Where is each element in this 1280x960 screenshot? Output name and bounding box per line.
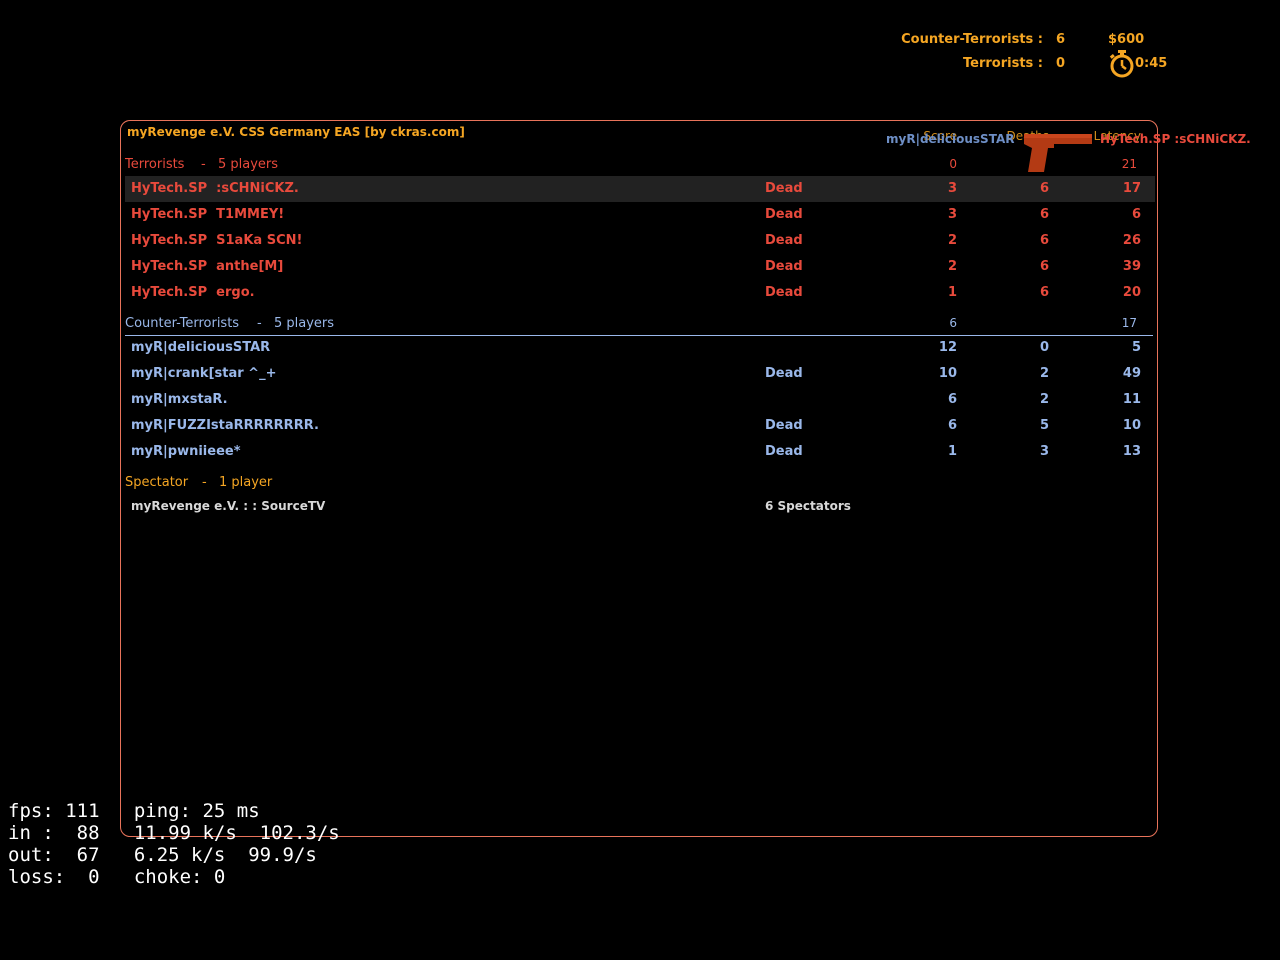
player-latency: 49	[1122, 366, 1141, 381]
team-separator: -	[202, 475, 207, 490]
team-header-terrorists: Terrorists - 5 players 0 21	[125, 157, 1153, 177]
net-graph-line: loss: 0 choke: 0	[8, 866, 226, 888]
player-score: 10	[938, 366, 957, 381]
player-status: Dead	[765, 444, 803, 459]
player-score: 2	[947, 259, 957, 274]
player-latency: 17	[1122, 181, 1141, 196]
player-row[interactable]: HyTech.SP S1aKa SCN! Dead 2 6 26	[125, 228, 1155, 254]
player-latency: 39	[1122, 259, 1141, 274]
ct-alive-count: 6	[1056, 32, 1066, 47]
player-name: HyTech.SP :sCHNiCKZ.	[131, 181, 299, 196]
player-latency: 10	[1122, 418, 1141, 433]
player-latency: 11	[1122, 392, 1141, 407]
player-status: Dead	[765, 181, 803, 196]
team-separator: -	[257, 316, 262, 331]
player-score: 3	[947, 207, 957, 222]
ct-alive-label: Counter-Terrorists :	[901, 32, 1043, 47]
t-alive-count: 0	[1056, 56, 1066, 71]
player-name: myR|pwniieee*	[131, 444, 241, 459]
player-row[interactable]: HyTech.SP :sCHNiCKZ. Dead 3 6 17	[125, 176, 1155, 202]
player-name: myR|deliciousSTAR	[131, 340, 271, 355]
player-score: 6	[947, 418, 957, 433]
player-name: HyTech.SP S1aKa SCN!	[131, 233, 303, 248]
net-graph-line: out: 67 6.25 k/s 99.9/s	[8, 844, 317, 866]
team-latency: 17	[1121, 316, 1137, 330]
net-graph-line: fps: 111 ping: 25 ms	[8, 800, 260, 822]
player-deaths: 6	[1039, 233, 1049, 248]
player-score: 1	[947, 444, 957, 459]
player-name: HyTech.SP T1MMEY!	[131, 207, 285, 222]
team-name: Spectator	[125, 475, 189, 490]
player-row[interactable]: myR|FUZZIstaRRRRRRRR. Dead 6 5 10	[125, 413, 1155, 439]
round-timer: 0:45	[1135, 56, 1168, 71]
player-deaths: 6	[1039, 259, 1049, 274]
player-deaths: 5	[1039, 418, 1049, 433]
player-name: myR|FUZZIstaRRRRRRRR.	[131, 418, 319, 433]
player-deaths: 0	[1039, 340, 1049, 355]
player-latency: 5	[1131, 340, 1141, 355]
player-row[interactable]: HyTech.SP anthe[M] Dead 2 6 39	[125, 254, 1155, 280]
player-row[interactable]: myRevenge e.V. : : SourceTV 6 Spectators	[125, 494, 1155, 520]
stopwatch-icon	[1109, 50, 1134, 78]
player-status: 6 Spectators	[765, 499, 851, 513]
killfeed-attacker: myR|deliciousSTAR	[886, 132, 1015, 146]
player-name: myR|mxstaR.	[131, 392, 228, 407]
team-latency: 21	[1121, 157, 1137, 171]
player-row[interactable]: myR|crank[star ^_+ Dead 10 2 49	[125, 361, 1155, 387]
team-player-count: 1 player	[219, 475, 273, 490]
player-row[interactable]: myR|pwniieee* Dead 1 3 13	[125, 439, 1155, 465]
player-score: 12	[938, 340, 957, 355]
team-player-count: 5 players	[274, 316, 335, 331]
player-deaths: 6	[1039, 285, 1049, 300]
player-row[interactable]: myR|deliciousSTAR 12 0 5	[125, 335, 1155, 361]
player-latency: 6	[1131, 207, 1141, 222]
player-status: Dead	[765, 233, 803, 248]
player-score: 6	[947, 392, 957, 407]
team-score: 0	[949, 157, 957, 171]
player-score: 3	[947, 181, 957, 196]
player-status: Dead	[765, 366, 803, 381]
net-graph-line: in : 88 11.99 k/s 102.3/s	[8, 822, 340, 844]
team-header-counter-terrorists: Counter-Terrorists - 5 players 6 17	[125, 316, 1153, 336]
player-latency: 13	[1122, 444, 1141, 459]
player-deaths: 3	[1039, 444, 1049, 459]
player-deaths: 2	[1039, 392, 1049, 407]
t-alive-label: Terrorists :	[963, 56, 1043, 71]
player-status: Dead	[765, 259, 803, 274]
net-graph: fps: 111 ping: 25 ms in : 88 11.99 k/s 10…	[8, 800, 340, 888]
money-display: $600	[1108, 32, 1145, 47]
team-header-spectators: Spectator - 1 player	[125, 475, 1153, 495]
player-status: Dead	[765, 285, 803, 300]
player-name: myRevenge e.V. : : SourceTV	[131, 499, 326, 513]
team-separator: -	[201, 157, 206, 172]
player-row[interactable]: myR|mxstaR. 6 2 11	[125, 387, 1155, 413]
player-deaths: 6	[1039, 207, 1049, 222]
player-status: Dead	[765, 418, 803, 433]
player-latency: 20	[1122, 285, 1141, 300]
player-latency: 26	[1122, 233, 1141, 248]
player-name: HyTech.SP ergo.	[131, 285, 255, 300]
scoreboard: myRevenge e.V. CSS Germany EAS [by ckras…	[120, 120, 1158, 837]
pistol-icon	[1024, 134, 1092, 172]
player-row[interactable]: HyTech.SP ergo. Dead 1 6 20	[125, 280, 1155, 306]
team-name: Terrorists	[125, 157, 185, 172]
player-status: Dead	[765, 207, 803, 222]
server-name: myRevenge e.V. CSS Germany EAS [by ckras…	[127, 125, 465, 139]
player-score: 1	[947, 285, 957, 300]
team-player-count: 5 players	[218, 157, 279, 172]
player-name: HyTech.SP anthe[M]	[131, 259, 284, 274]
player-row[interactable]: HyTech.SP T1MMEY! Dead 3 6 6	[125, 202, 1155, 228]
team-score: 6	[949, 316, 957, 330]
team-name: Counter-Terrorists	[125, 316, 240, 331]
player-name: myR|crank[star ^_+	[131, 366, 277, 381]
player-deaths: 6	[1039, 181, 1049, 196]
killfeed-victim: HyTech.SP :sCHNiCKZ.	[1100, 132, 1251, 146]
player-deaths: 2	[1039, 366, 1049, 381]
player-score: 2	[947, 233, 957, 248]
game-screen: Counter-Terrorists : 6 Terrorists : 0 $6…	[0, 0, 1280, 960]
